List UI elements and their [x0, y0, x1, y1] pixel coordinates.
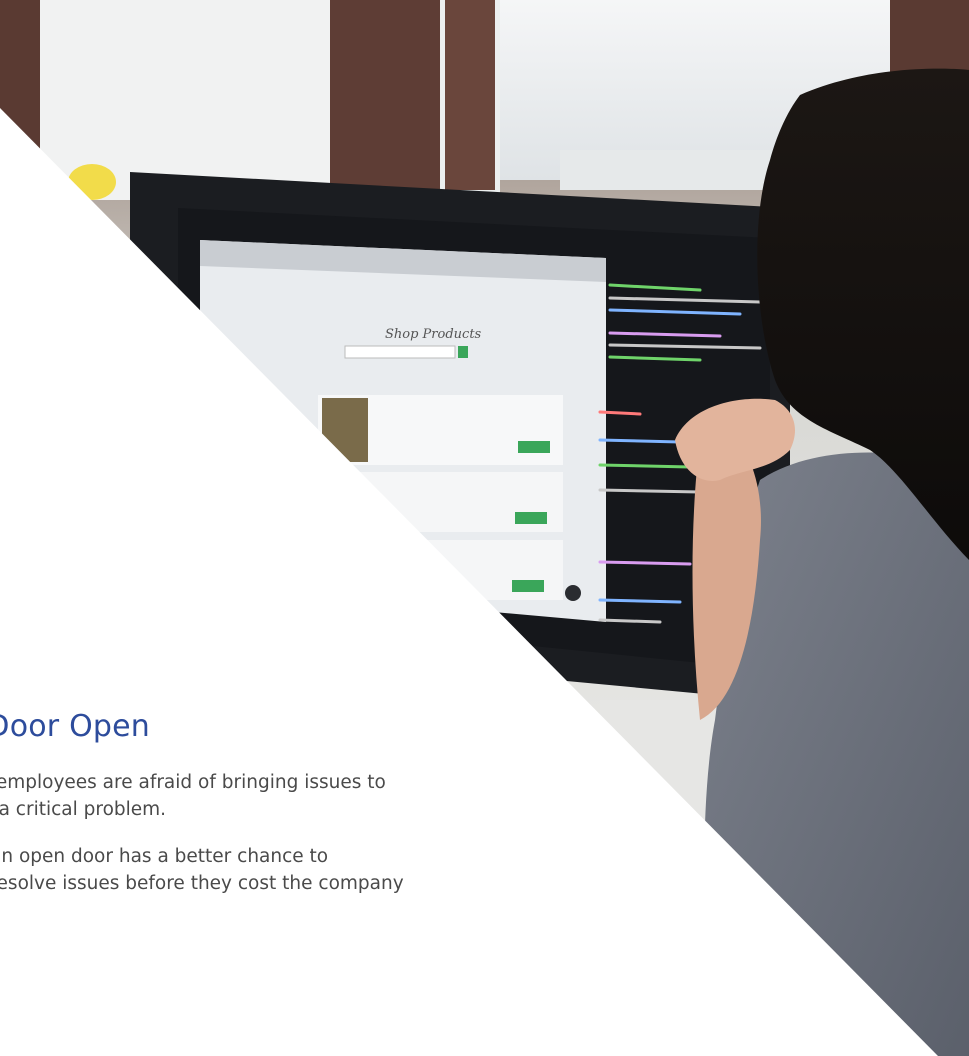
paragraph-1-line-1: ere employees are afraid of bringing iss… [0, 772, 386, 793]
brick-column [445, 0, 495, 190]
product-button [518, 441, 550, 453]
text-block: e Door Open ere employees are afraid of … [0, 708, 640, 897]
brick-column [330, 0, 440, 190]
product-button [512, 580, 544, 592]
screen-heading: Shop Products [385, 327, 482, 342]
product-button [515, 512, 547, 524]
paragraph-2-line-1: ith an open door has a better chance to [0, 846, 329, 867]
screen-search-box [344, 345, 456, 359]
slide: Shop Products oor Open ere employees are… [0, 0, 969, 1056]
office-photo: Shop Products [0, 0, 969, 1056]
product-image [322, 398, 368, 462]
paragraph-1-line-2: has a critical problem. [0, 799, 167, 820]
brick-column [0, 0, 40, 210]
paragraph-2-line-2: nd resolve issues before they cost the c… [0, 873, 404, 894]
heading: e Door Open [0, 709, 150, 744]
screen-search-button [458, 346, 468, 358]
screen-chat-bubble [565, 585, 581, 601]
yellow-object [68, 164, 116, 200]
